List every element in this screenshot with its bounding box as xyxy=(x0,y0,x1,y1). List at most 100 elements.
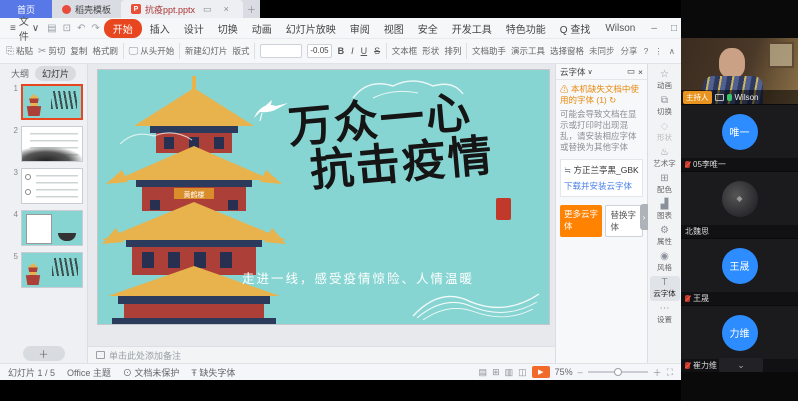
arrange-button[interactable]: 排列 xyxy=(444,45,461,57)
zoom-in-icon[interactable]: ＋ xyxy=(653,366,662,379)
paste-button[interactable]: ⎘粘贴 xyxy=(6,45,33,57)
slide-thumb-preview[interactable] xyxy=(21,84,83,120)
notes-bar[interactable]: 单击此处添加备注 xyxy=(88,346,555,363)
tab-docer[interactable]: 稻壳模板 xyxy=(52,0,121,18)
menu-tab-view[interactable]: 视图 xyxy=(378,19,410,38)
more-cloud-fonts-button[interactable]: 更多云字体 xyxy=(560,205,602,237)
normal-view-icon[interactable]: ▤ xyxy=(479,367,488,378)
host-video-tile[interactable]: 主持人 Wilson xyxy=(681,38,798,104)
participant-tile[interactable]: ◆ xyxy=(681,172,798,225)
menu-tab-devtools[interactable]: 开发工具 xyxy=(446,19,498,38)
fit-screen-icon[interactable]: ⛶ xyxy=(667,367,673,378)
panel-close-icon[interactable]: × xyxy=(638,67,643,77)
search-button[interactable]: Q 查找 xyxy=(554,19,597,38)
rail-settings[interactable]: ⋯设置 xyxy=(650,302,680,327)
doc-assistant-button[interactable]: 文档助手 xyxy=(472,45,506,57)
more-icon[interactable]: ⋮ xyxy=(654,46,663,57)
sync-status[interactable]: 未同步 xyxy=(589,45,615,57)
format-painter-button[interactable]: 格式刷 xyxy=(92,45,118,57)
participant-tile[interactable]: 唯一 xyxy=(681,105,798,158)
menu-tab-insert[interactable]: 插入 xyxy=(144,19,176,38)
slide-thumb-2[interactable]: 2 xyxy=(10,126,83,162)
menu-tab-transition[interactable]: 切换 xyxy=(212,19,244,38)
new-tab-button[interactable]: ＋ xyxy=(243,0,260,18)
slide-thumb-preview[interactable] xyxy=(21,252,83,288)
copy-button[interactable]: 复制 xyxy=(70,45,87,57)
slide-thumb-preview[interactable] xyxy=(21,168,83,204)
doc-protection-status[interactable]: ⊙ 文档未保护 xyxy=(123,366,180,379)
slide-canvas[interactable]: 黄鹤楼 xyxy=(88,64,555,346)
missing-font-status[interactable]: Ŧ 缺失字体 xyxy=(191,366,235,379)
slide-thumb-3[interactable]: 3 xyxy=(10,168,83,204)
bold-button[interactable]: B xyxy=(337,46,346,56)
layout-button[interactable]: 版式 xyxy=(232,45,249,57)
play-from-start-button[interactable]: 🖵从头开始 xyxy=(129,45,175,57)
add-slide-button[interactable]: ＋ xyxy=(23,346,65,361)
rail-style[interactable]: ◉风格 xyxy=(650,250,680,275)
missing-font-item[interactable]: ≒ 方正兰亭黑_GBK 下载并安装云字体 xyxy=(560,159,643,197)
participant-tile[interactable]: 王晟 xyxy=(681,239,798,292)
minimize-button[interactable]: – xyxy=(645,23,663,34)
zoom-slider[interactable] xyxy=(588,371,648,373)
menu-tab-review[interactable]: 审阅 xyxy=(344,19,376,38)
textbox-button[interactable]: 文本框 xyxy=(392,45,418,57)
panel-comment-icon[interactable]: ▭ xyxy=(627,66,635,77)
zoom-out-icon[interactable]: – xyxy=(578,367,583,377)
italic-button[interactable]: I xyxy=(350,46,355,56)
download-font-link[interactable]: 下载并安装云字体 xyxy=(564,180,639,192)
refresh-icon[interactable]: ↻ xyxy=(609,95,616,105)
save-button[interactable]: ▤ xyxy=(45,23,58,34)
menu-tab-design[interactable]: 设计 xyxy=(178,19,210,38)
slide-thumb-5[interactable]: 5 xyxy=(10,252,83,288)
slide-thumb-preview[interactable] xyxy=(21,210,83,246)
file-menu-button[interactable]: ≡ 文件 ∨ xyxy=(6,13,43,43)
slide-thumb-preview[interactable] xyxy=(21,126,83,162)
font-name-input[interactable] xyxy=(260,44,302,58)
rail-properties[interactable]: ⚙属性 xyxy=(650,224,680,249)
close-tab-icon[interactable]: × xyxy=(220,4,233,14)
reading-view-icon[interactable]: ▥ xyxy=(505,367,514,378)
panel-dropdown-icon[interactable]: ∨ xyxy=(588,68,593,76)
shapes-button[interactable]: 形状 xyxy=(422,45,439,57)
slide-title[interactable]: 万众一心 抗击疫情 xyxy=(286,89,495,196)
print-button[interactable]: ⊡ xyxy=(61,23,73,34)
tab-outline[interactable]: 大纲 xyxy=(11,67,29,80)
new-slide-button[interactable]: 新建幻灯片 xyxy=(185,45,228,57)
menu-tab-features[interactable]: 特色功能 xyxy=(500,19,552,38)
notes-view-icon[interactable]: ◫ xyxy=(518,367,527,378)
collapse-ribbon-icon[interactable]: ∧ xyxy=(669,46,675,57)
rail-chart[interactable]: ▟图表 xyxy=(650,198,680,223)
undo-button[interactable]: ↶ xyxy=(75,23,87,34)
current-slide[interactable]: 黄鹤楼 xyxy=(98,70,549,324)
slide-thumb-4[interactable]: 4 xyxy=(10,210,83,246)
participant-tile[interactable]: 力维 xyxy=(681,306,798,359)
zoom-slider-knob[interactable] xyxy=(614,368,622,376)
share-button[interactable]: 分享 xyxy=(621,45,638,57)
rail-wordart[interactable]: ♨艺术字 xyxy=(650,146,680,171)
rail-transition[interactable]: ⧉切换 xyxy=(650,94,680,119)
replace-font-button[interactable]: 替换字体 xyxy=(605,205,643,237)
menu-tab-animation[interactable]: 动画 xyxy=(246,19,278,38)
rail-animation[interactable]: ☆动画 xyxy=(650,68,680,93)
menu-tab-slideshow[interactable]: 幻灯片放映 xyxy=(280,19,342,38)
slide-thumb-1[interactable]: 1 xyxy=(10,84,83,120)
redo-button[interactable]: ↷ xyxy=(89,23,101,34)
underline-button[interactable]: U xyxy=(360,46,369,56)
comment-icon[interactable]: ▭ xyxy=(199,4,216,15)
menu-tab-security[interactable]: 安全 xyxy=(412,19,444,38)
present-tools-button[interactable]: 演示工具 xyxy=(511,45,545,57)
zoom-level[interactable]: 75% xyxy=(555,367,573,377)
selection-pane-button[interactable]: 选择窗格 xyxy=(550,45,584,57)
theme-name[interactable]: Office 主题 xyxy=(67,366,111,379)
cut-button[interactable]: ✂剪切 xyxy=(38,45,65,57)
strikethrough-button[interactable]: S xyxy=(373,46,381,56)
rail-cloud-font[interactable]: T云字体 xyxy=(650,276,680,301)
rail-color-scheme[interactable]: ⊞配色 xyxy=(650,172,680,197)
collapse-panel-chevron[interactable]: › xyxy=(640,204,648,230)
rail-shapes[interactable]: ◇形状 xyxy=(650,120,680,145)
font-size-input[interactable]: -0.05 xyxy=(307,44,331,58)
tab-slides[interactable]: 幻灯片 xyxy=(35,66,76,81)
user-name[interactable]: Wilson xyxy=(605,23,635,34)
collapse-list-chevron[interactable]: ⌄ xyxy=(719,358,763,372)
tab-document[interactable]: P 抗疫ppt.pptx ▭ × xyxy=(121,0,243,18)
